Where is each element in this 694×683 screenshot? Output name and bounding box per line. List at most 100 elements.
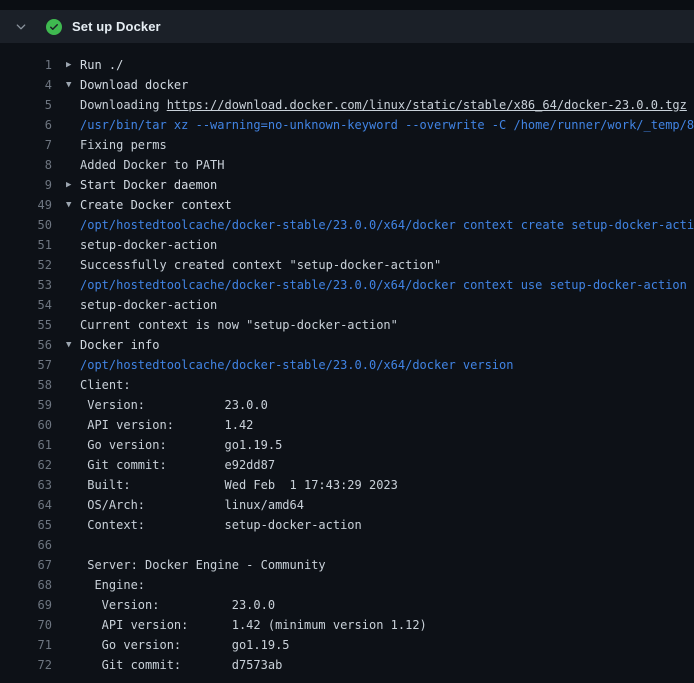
log-view: 1▶Run ./4▼Download docker5Downloading ht… — [0, 43, 694, 675]
log-text: Git commit: e92dd87 — [80, 455, 275, 475]
log-text: Context: setup-docker-action — [80, 515, 362, 535]
line-number[interactable]: 65 — [0, 515, 66, 535]
log-row: 70 API version: 1.42 (minimum version 1.… — [0, 615, 694, 635]
arrow-spacer — [66, 475, 80, 495]
triangle-down-icon[interactable]: ▼ — [66, 195, 80, 215]
group-title[interactable]: Start Docker daemon — [80, 175, 217, 195]
arrow-spacer — [66, 455, 80, 475]
log-row: 57/opt/hostedtoolcache/docker-stable/23.… — [0, 355, 694, 375]
triangle-down-icon[interactable]: ▼ — [66, 335, 80, 355]
line-number[interactable]: 71 — [0, 635, 66, 655]
log-text: API version: 1.42 (minimum version 1.12) — [80, 615, 427, 635]
arrow-spacer — [66, 215, 80, 235]
line-number[interactable]: 66 — [0, 535, 66, 555]
line-number[interactable]: 68 — [0, 575, 66, 595]
log-row: 62 Git commit: e92dd87 — [0, 455, 694, 475]
line-number[interactable]: 56 — [0, 335, 66, 355]
line-number[interactable]: 67 — [0, 555, 66, 575]
line-number[interactable]: 9 — [0, 175, 66, 195]
step-header[interactable]: Set up Docker — [0, 10, 694, 43]
arrow-spacer — [66, 255, 80, 275]
triangle-right-icon[interactable]: ▶ — [66, 175, 80, 195]
line-number[interactable]: 64 — [0, 495, 66, 515]
log-row: 5 Downloading https://download.docker.com… — [0, 95, 694, 115]
log-link[interactable]: https://download.docker.com/linux/static… — [167, 98, 687, 112]
log-group-row: 9▶Start Docker daemon — [0, 175, 694, 195]
log-text: Added Docker to PATH — [80, 155, 225, 175]
line-number[interactable]: 6 — [0, 115, 66, 135]
group-title[interactable]: Docker info — [80, 335, 159, 355]
arrow-spacer — [66, 615, 80, 635]
log-row: 54 setup-docker-action — [0, 295, 694, 315]
log-row: 66 — [0, 535, 694, 555]
group-title[interactable]: Download docker — [80, 75, 188, 95]
line-number[interactable]: 54 — [0, 295, 66, 315]
arrow-spacer — [66, 415, 80, 435]
arrow-spacer — [66, 235, 80, 255]
line-number[interactable]: 69 — [0, 595, 66, 615]
line-number[interactable]: 58 — [0, 375, 66, 395]
log-row: 64 OS/Arch: linux/amd64 — [0, 495, 694, 515]
line-number[interactable]: 63 — [0, 475, 66, 495]
chevron-down-icon[interactable] — [14, 20, 28, 34]
line-number[interactable]: 70 — [0, 615, 66, 635]
log-text: OS/Arch: linux/amd64 — [80, 495, 304, 515]
line-number[interactable]: 61 — [0, 435, 66, 455]
log-text: Engine: — [80, 575, 145, 595]
line-number[interactable]: 60 — [0, 415, 66, 435]
line-number[interactable]: 4 — [0, 75, 66, 95]
line-number[interactable]: 5 — [0, 95, 66, 115]
log-row: 63 Built: Wed Feb 1 17:43:29 2023 — [0, 475, 694, 495]
arrow-spacer — [66, 535, 80, 555]
log-row: 8 Added Docker to PATH — [0, 155, 694, 175]
arrow-spacer — [66, 655, 80, 675]
group-title[interactable]: Run ./ — [80, 55, 123, 75]
line-number[interactable]: 49 — [0, 195, 66, 215]
triangle-down-icon[interactable]: ▼ — [66, 75, 80, 95]
line-number[interactable]: 62 — [0, 455, 66, 475]
line-number[interactable]: 50 — [0, 215, 66, 235]
line-number[interactable]: 1 — [0, 55, 66, 75]
log-text: Built: Wed Feb 1 17:43:29 2023 — [80, 475, 398, 495]
arrow-spacer — [66, 495, 80, 515]
arrow-spacer — [66, 295, 80, 315]
arrow-spacer — [66, 355, 80, 375]
log-text: Current context is now "setup-docker-act… — [80, 315, 398, 335]
group-title[interactable]: Create Docker context — [80, 195, 232, 215]
log-row: 52Successfully created context "setup-do… — [0, 255, 694, 275]
line-number[interactable]: 7 — [0, 135, 66, 155]
line-number[interactable]: 53 — [0, 275, 66, 295]
log-text: Git commit: d7573ab — [80, 655, 282, 675]
log-text: Downloading — [80, 98, 167, 112]
log-row: 6/usr/bin/tar xz --warning=no-unknown-ke… — [0, 115, 694, 135]
arrow-spacer — [66, 515, 80, 535]
line-number[interactable]: 51 — [0, 235, 66, 255]
log-row: 51setup-docker-action — [0, 235, 694, 255]
log-row: 60 API version: 1.42 — [0, 415, 694, 435]
arrow-spacer — [66, 435, 80, 455]
log-text: Version: 23.0.0 — [80, 395, 268, 415]
line-number[interactable]: 57 — [0, 355, 66, 375]
log-text: setup-docker-action — [80, 295, 217, 315]
log-row: 65 Context: setup-docker-action — [0, 515, 694, 535]
log-group-row: 56▼Docker info — [0, 335, 694, 355]
line-number[interactable]: 52 — [0, 255, 66, 275]
log-row: 69 Version: 23.0.0 — [0, 595, 694, 615]
log-command-text: /opt/hostedtoolcache/docker-stable/23.0.… — [80, 355, 513, 375]
line-number[interactable]: 72 — [0, 655, 66, 675]
log-text: Go version: go1.19.5 — [80, 635, 290, 655]
line-number[interactable]: 8 — [0, 155, 66, 175]
log-text: Client: — [80, 375, 131, 395]
line-number[interactable]: 59 — [0, 395, 66, 415]
arrow-spacer — [66, 555, 80, 575]
triangle-right-icon[interactable]: ▶ — [66, 55, 80, 75]
log-command-text: /opt/hostedtoolcache/docker-stable/23.0.… — [80, 215, 694, 235]
log-row: 7Fixing perms — [0, 135, 694, 155]
line-number[interactable]: 55 — [0, 315, 66, 335]
log-row: 59 Version: 23.0.0 — [0, 395, 694, 415]
arrow-spacer — [66, 315, 80, 335]
log-text: API version: 1.42 — [80, 415, 253, 435]
arrow-spacer — [66, 575, 80, 595]
log-command-text: /opt/hostedtoolcache/docker-stable/23.0.… — [80, 275, 687, 295]
check-circle-success-icon — [46, 19, 62, 35]
